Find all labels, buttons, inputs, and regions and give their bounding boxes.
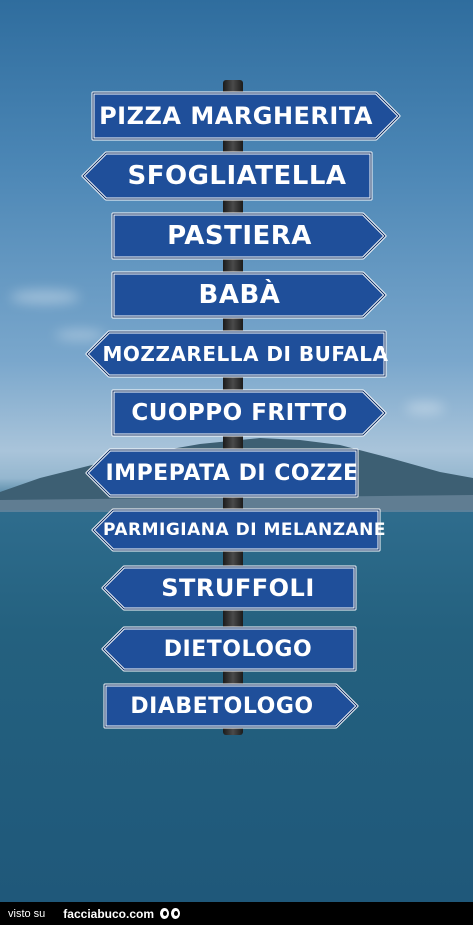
sign-label: CUOPPO FRITTO <box>131 400 348 426</box>
sign-left-arrow: STRUFFOLI <box>100 564 358 612</box>
cloud <box>10 290 80 304</box>
sign-right-arrow: BABÀ <box>110 270 388 320</box>
sign-right-arrow: CUOPPO FRITTO <box>110 388 388 438</box>
photo-scene: PIZZA MARGHERITA SFOGLIATELLA PASTIERA BABÀ… <box>0 0 473 902</box>
sign-label: STRUFFOLI <box>161 574 315 602</box>
footer-brand-link[interactable]: facciabuco.com <box>63 907 154 921</box>
sign-right-arrow: PIZZA MARGHERITA <box>90 90 402 142</box>
sign-label: PIZZA MARGHERITA <box>99 102 373 130</box>
sign-left-arrow: SFOGLIATELLA <box>80 150 374 202</box>
sign-label: MOZZARELLA DI BUFALA <box>102 342 389 366</box>
sign-label: PASTIERA <box>167 221 312 251</box>
sign-label: BABÀ <box>198 280 281 310</box>
footer-bar: visto su facciabuco.com <box>0 902 473 925</box>
eyes-logo-icon <box>160 907 182 921</box>
sign-left-arrow: DIETOLOGO <box>100 625 358 673</box>
footer-prefix: visto su <box>8 907 46 920</box>
sign-label: SFOGLIATELLA <box>127 161 347 191</box>
sign-left-arrow: IMPEPATA DI COZZE <box>84 447 360 499</box>
sign-label: DIETOLOGO <box>163 636 313 662</box>
sign-right-arrow: DIABETOLOGO <box>102 682 360 730</box>
sign-right-arrow: PASTIERA <box>110 211 388 261</box>
cloud <box>405 402 445 414</box>
sign-left-arrow: PARMIGIANA DI MELANZANE <box>90 507 387 553</box>
sign-left-arrow: MOZZARELLA DI BUFALA <box>84 329 388 379</box>
sign-label: PARMIGIANA DI MELANZANE <box>102 520 387 540</box>
sign-label: IMPEPATA DI COZZE <box>105 460 359 486</box>
sign-label: DIABETOLOGO <box>130 693 314 719</box>
